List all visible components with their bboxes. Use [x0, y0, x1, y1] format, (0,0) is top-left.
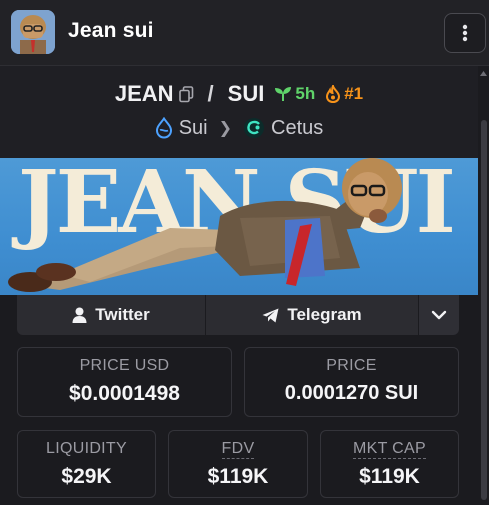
market-cap-card: MKT CAP $119K	[320, 430, 459, 498]
liquidity-value: $29K	[61, 465, 112, 488]
sprout-icon	[275, 87, 292, 101]
telegram-icon	[262, 308, 279, 323]
dex-name[interactable]: Cetus	[271, 117, 323, 140]
base-token-symbol: JEAN	[114, 81, 174, 106]
telegram-label: Telegram	[287, 305, 362, 324]
cetus-dex-icon	[243, 117, 265, 139]
twitter-label: Twitter	[95, 305, 150, 324]
liquidity-card: LIQUIDITY $29K	[17, 430, 156, 498]
liquidity-label: LIQUIDITY	[46, 440, 127, 457]
pair-age-badge: 5h	[274, 84, 315, 104]
chain-breadcrumb: Sui ❯ Cetus	[0, 114, 478, 142]
banner-illustration	[8, 158, 402, 292]
price-usd-card: PRICE USD $0.0001498	[17, 347, 232, 417]
fdv-label[interactable]: FDV	[221, 440, 255, 459]
chevron-right-icon: ❯	[218, 120, 233, 137]
quote-token-symbol: SUI	[227, 81, 265, 106]
token-header: Jean sui	[0, 0, 489, 66]
chevron-down-icon	[431, 310, 447, 320]
trending-rank-badge[interactable]: #1	[325, 84, 363, 104]
chain-name[interactable]: Sui	[179, 117, 208, 140]
vertical-dots-icon	[462, 24, 468, 42]
more-socials-button[interactable]	[419, 295, 459, 335]
social-links: Twitter Telegram	[17, 295, 459, 335]
pair-info: JEAN / SUI 5h #1 Sui ❯ Cetus	[0, 66, 478, 158]
flame-icon	[326, 85, 341, 103]
copy-icon[interactable]	[178, 85, 194, 103]
market-cap-label[interactable]: MKT CAP	[353, 440, 426, 459]
market-cap-value: $119K	[359, 465, 420, 488]
price-native-value: 0.0001270 SUI	[284, 382, 419, 404]
sui-chain-icon	[155, 117, 173, 139]
pair-title: JEAN / SUI 5h #1	[0, 80, 478, 108]
price-native-label: PRICE	[326, 357, 377, 374]
user-icon	[72, 307, 87, 323]
pair-age: 5h	[295, 84, 316, 103]
price-usd-label: PRICE USD	[79, 357, 170, 374]
twitter-button[interactable]: Twitter	[17, 295, 206, 335]
price-usd-value: $0.0001498	[69, 382, 180, 405]
fdv-value: $119K	[207, 465, 269, 488]
fdv-label-wrap: FDV	[169, 440, 307, 459]
fdv-card: FDV $119K	[168, 430, 308, 498]
token-name: Jean sui	[68, 19, 154, 42]
market-cap-label-wrap: MKT CAP	[321, 440, 458, 459]
trending-rank: #1	[344, 84, 364, 103]
scrollbar-thumb[interactable]	[481, 120, 487, 500]
scroll-up-arrow[interactable]	[478, 68, 489, 78]
more-menu-button[interactable]	[444, 13, 486, 53]
telegram-button[interactable]: Telegram	[206, 295, 419, 335]
pair-separator: /	[207, 81, 214, 106]
price-native-card: PRICE 0.0001270 SUI	[244, 347, 459, 417]
token-banner-image: JEAN SUI	[0, 158, 478, 295]
token-avatar	[11, 10, 55, 54]
